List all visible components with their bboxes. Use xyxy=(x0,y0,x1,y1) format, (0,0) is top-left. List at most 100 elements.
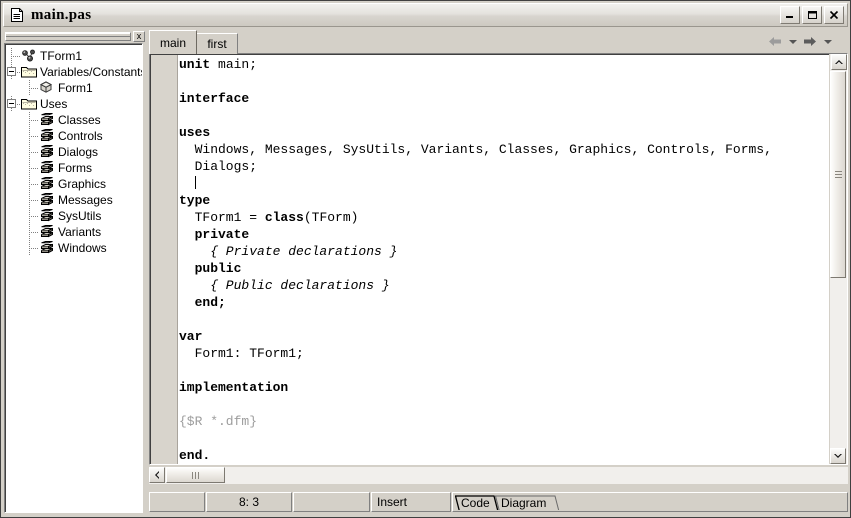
window-controls xyxy=(780,6,844,24)
status-insert-mode[interactable]: Insert xyxy=(371,492,451,512)
grip-lines-icon xyxy=(5,32,131,41)
tree-item-forms[interactable]: Forms xyxy=(5,160,142,176)
tree-item-label: Windows xyxy=(58,241,107,255)
view-tab-code[interactable]: Code xyxy=(461,494,490,511)
tree-item-variants[interactable]: Variants xyxy=(5,224,142,240)
editor-tab-main[interactable]: main xyxy=(149,30,198,54)
tree-item-messages[interactable]: Messages xyxy=(5,192,142,208)
panel-close-button[interactable]: x xyxy=(133,31,145,42)
code-line: uses xyxy=(179,124,829,141)
code-line: implementation xyxy=(179,379,829,396)
code-comment: { Public declarations } xyxy=(179,278,390,293)
tree-connector-line xyxy=(29,200,38,201)
code-line: var xyxy=(179,328,829,345)
tree-expander-minus-icon[interactable] xyxy=(7,99,16,108)
tree-item-label: Dialogs xyxy=(58,145,99,159)
scroll-up-icon[interactable] xyxy=(830,54,847,70)
unit-icon xyxy=(39,129,55,143)
tree-item-sysutils[interactable]: SysUtils xyxy=(5,208,142,224)
code-keyword: uses xyxy=(179,125,211,140)
code-text-run xyxy=(179,176,195,191)
editor-horizontal-scrollbar[interactable] xyxy=(149,467,848,484)
code-keyword: implementation xyxy=(179,380,289,395)
status-bar: 8: 3 Insert Code Diagram xyxy=(149,492,848,512)
tree-item-dialogs[interactable]: Dialogs xyxy=(5,144,142,160)
class-icon xyxy=(21,49,37,63)
editor-gutter xyxy=(151,55,178,464)
variable-icon xyxy=(39,81,53,94)
tree-item-classes[interactable]: Classes xyxy=(5,112,142,128)
code-line: end; xyxy=(179,294,829,311)
code-directive: {$R *.dfm} xyxy=(179,414,258,429)
unit-icon xyxy=(39,177,55,191)
code-line: Form1: TForm1; xyxy=(179,345,829,362)
tree-item-controls[interactable]: Controls xyxy=(5,128,142,144)
code-line: { Private declarations } xyxy=(179,243,829,260)
scroll-down-icon[interactable] xyxy=(830,448,846,464)
view-tab-label: Diagram xyxy=(501,495,547,510)
tree-item-label: Variables/Constants xyxy=(40,65,143,79)
tree-item-label: Variants xyxy=(58,225,102,239)
folder-icon xyxy=(21,97,37,110)
code-line: end. xyxy=(179,447,829,464)
status-panel-blank-1 xyxy=(149,492,205,512)
tree-item-variables-constants[interactable]: Variables/Constants xyxy=(5,64,142,80)
navigation-buttons xyxy=(764,31,848,52)
panel-drag-handle[interactable]: x xyxy=(4,30,146,43)
tree-item-uses[interactable]: Uses xyxy=(5,96,142,112)
code-line: public xyxy=(179,260,829,277)
structure-tree[interactable]: TForm1 Variables/Constants Form1 Uses Classe… xyxy=(4,43,143,513)
tree-connector-line xyxy=(29,232,38,233)
code-editor[interactable]: unit main; interface uses Windows, Messa… xyxy=(149,53,848,465)
code-text[interactable]: unit main; interface uses Windows, Messa… xyxy=(179,56,829,464)
editor-tab-label: first xyxy=(207,37,227,51)
tree-item-label: SysUtils xyxy=(58,209,102,223)
tree-item-form1[interactable]: Form1 xyxy=(5,80,142,96)
back-history-chevron-down-icon[interactable] xyxy=(786,32,799,52)
code-keyword: interface xyxy=(179,91,250,106)
code-keyword: public xyxy=(179,261,242,276)
view-tab-label: Code xyxy=(461,495,490,510)
back-arrow-icon[interactable] xyxy=(764,32,786,52)
code-line: private xyxy=(179,226,829,243)
view-tab-diagram[interactable]: Diagram xyxy=(501,494,546,511)
forward-history-chevron-down-icon[interactable] xyxy=(821,32,834,52)
code-comment: { Private declarations } xyxy=(179,244,398,259)
tree-item-graphics[interactable]: Graphics xyxy=(5,176,142,192)
scroll-thumb-grip-icon xyxy=(834,171,842,178)
editor-vertical-scrollbar[interactable] xyxy=(829,54,847,464)
tab-strip-filler xyxy=(237,33,848,54)
tree-item-label: Classes xyxy=(58,113,101,127)
maximize-button[interactable] xyxy=(802,6,822,24)
scroll-left-icon[interactable] xyxy=(149,467,165,483)
code-line: TForm1 = class(TForm) xyxy=(179,209,829,226)
tree-item-tform1[interactable]: TForm1 xyxy=(5,48,142,64)
tree-item-windows[interactable]: Windows xyxy=(5,240,142,256)
tree-connector-line xyxy=(29,152,38,153)
code-keyword: type xyxy=(179,193,211,208)
editor-tab-first[interactable]: first xyxy=(196,33,239,54)
code-line: { Public declarations } xyxy=(179,277,829,294)
unit-icon xyxy=(39,145,55,159)
code-keyword: class xyxy=(264,210,304,225)
structure-panel: x TForm1 Variables/Constants Form1 Uses Clas… xyxy=(4,30,146,515)
vertical-scroll-thumb[interactable] xyxy=(830,71,846,278)
code-text-run: Windows, Messages, SysUtils, Variants, C… xyxy=(179,142,772,157)
tree-connector-line xyxy=(29,248,38,249)
unit-icon xyxy=(39,161,55,175)
tree-expander-minus-icon[interactable] xyxy=(7,67,16,76)
close-button[interactable] xyxy=(824,6,844,24)
horizontal-scroll-thumb[interactable] xyxy=(166,467,225,483)
tree-connector-line xyxy=(11,56,20,57)
code-line: Dialogs; xyxy=(179,158,829,175)
code-line: {$R *.dfm} xyxy=(179,413,829,430)
tree-connector-line xyxy=(29,184,38,185)
unit-icon xyxy=(39,193,55,207)
document-icon xyxy=(9,7,25,23)
tree-connector-line xyxy=(29,120,38,121)
minimize-button[interactable] xyxy=(780,6,800,24)
forward-arrow-icon[interactable] xyxy=(799,32,821,52)
